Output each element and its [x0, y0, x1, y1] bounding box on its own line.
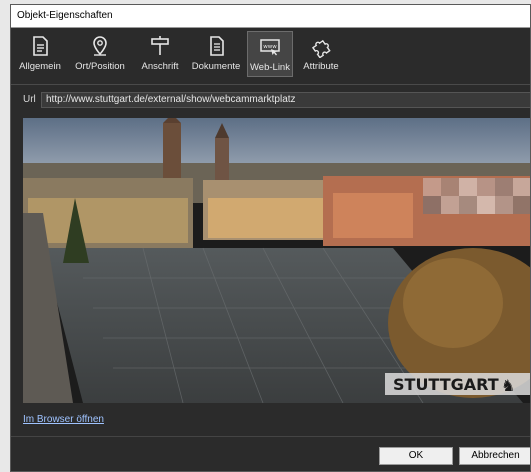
tab-label: Allgemein	[19, 61, 61, 72]
tab-label: Web-Link	[250, 62, 290, 73]
tab-dokumente[interactable]: Dokumente	[188, 31, 244, 77]
church-tower-right	[215, 138, 229, 183]
ok-button[interactable]: OK	[379, 447, 453, 465]
stuttgart-logo-text: STUTTGART	[393, 375, 499, 394]
tab-ort-position[interactable]: Ort/Position	[69, 31, 131, 77]
church-tower-left	[163, 123, 181, 183]
tab-anschrift[interactable]: Anschrift	[135, 31, 185, 77]
signpost-icon	[151, 36, 169, 55]
properties-dialog: Objekt-Eigenschaften Allgemein Ort/Posit…	[10, 4, 531, 472]
tab-allgemein[interactable]: Allgemein	[15, 31, 65, 77]
toolbar: Allgemein Ort/Position Anschrift Dokumen…	[11, 28, 530, 85]
tab-label: Ort/Position	[75, 61, 125, 72]
open-in-browser-link[interactable]: Im Browser öffnen	[23, 414, 104, 425]
footer-divider	[11, 436, 530, 437]
url-label: Url	[23, 94, 36, 105]
horse-emblem-icon: ♞	[501, 376, 515, 395]
documents-icon	[210, 36, 224, 56]
svg-text:www: www	[263, 44, 277, 50]
web-link-icon: www	[260, 39, 280, 56]
document-icon	[33, 36, 48, 56]
tab-attribute[interactable]: Attribute	[296, 31, 346, 77]
url-row: Url http://www.stuttgart.de/external/sho…	[11, 89, 530, 111]
pixelated-area	[423, 178, 530, 214]
location-pin-icon	[93, 36, 107, 56]
url-input[interactable]: http://www.stuttgart.de/external/show/we…	[41, 92, 530, 108]
tab-label: Anschrift	[141, 61, 179, 72]
webcam-scene: STUTTGART ♞	[23, 118, 530, 403]
tab-web-link[interactable]: www Web-Link	[247, 31, 293, 77]
tab-label: Attribute	[303, 61, 339, 72]
webcam-image: STUTTGART ♞	[23, 118, 530, 403]
puzzle-icon	[311, 39, 331, 58]
cancel-button[interactable]: Abbrechen	[459, 447, 530, 465]
window-title: Objekt-Eigenschaften	[11, 5, 530, 28]
tab-label: Dokumente	[191, 61, 241, 72]
